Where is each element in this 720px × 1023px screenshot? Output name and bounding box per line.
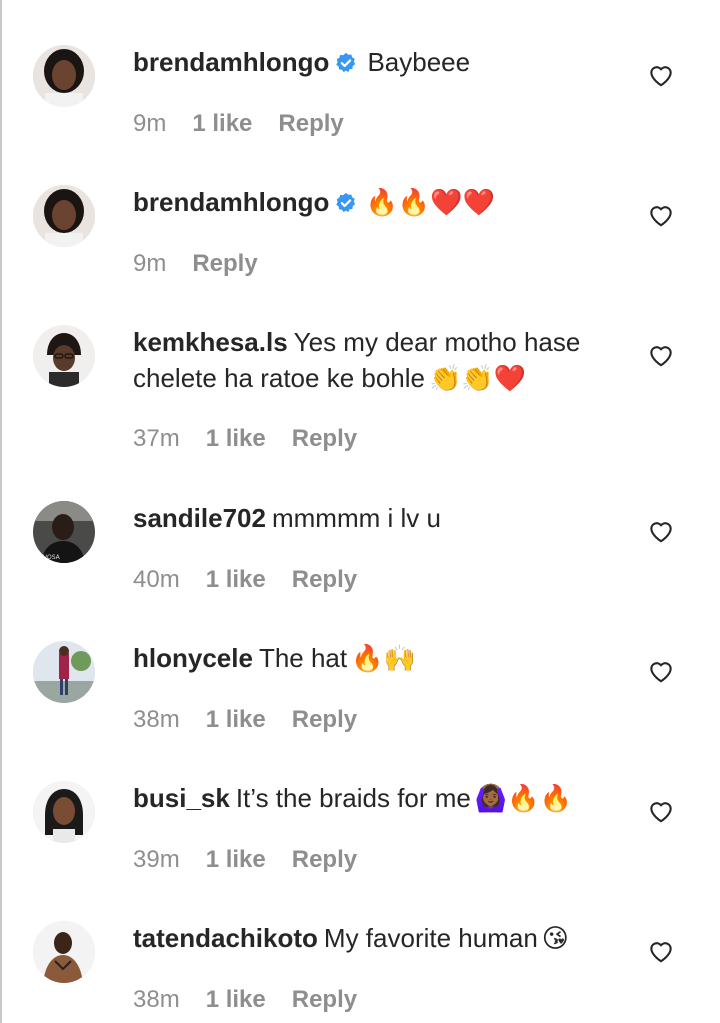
comment-time: 37m bbox=[133, 425, 180, 452]
avatar[interactable] bbox=[33, 641, 95, 703]
reply-button[interactable]: Reply bbox=[278, 110, 343, 137]
comment-text: It’s the braids for me bbox=[235, 783, 471, 813]
comment-emojis: 👏👏❤️ bbox=[429, 364, 527, 394]
comment-text: My favorite human bbox=[323, 923, 538, 953]
verified-badge-icon bbox=[335, 187, 357, 223]
heart-outline-icon[interactable] bbox=[647, 937, 675, 965]
heart-outline-icon[interactable] bbox=[647, 797, 675, 825]
left-edge-divider bbox=[0, 0, 2, 1023]
comment-likes[interactable]: 1 like bbox=[206, 706, 266, 733]
heart-outline-icon[interactable] bbox=[647, 341, 675, 369]
verified-badge-icon bbox=[335, 47, 357, 83]
avatar[interactable] bbox=[33, 185, 95, 247]
heart-outline-icon[interactable] bbox=[647, 517, 675, 545]
heart-outline-icon[interactable] bbox=[647, 201, 675, 229]
comment-time: 40m bbox=[133, 566, 180, 593]
comment-text: Baybeee bbox=[367, 47, 471, 77]
reply-button[interactable]: Reply bbox=[292, 425, 357, 452]
reply-button[interactable]: Reply bbox=[292, 566, 357, 593]
comment-username[interactable]: busi_sk bbox=[133, 783, 230, 813]
comment-time: 9m bbox=[133, 110, 167, 137]
comment-text: mmmmm i lv u bbox=[271, 503, 441, 533]
reply-button[interactable]: Reply bbox=[292, 986, 357, 1013]
comment-username[interactable]: brendamhlongo bbox=[133, 187, 329, 217]
reply-button[interactable]: Reply bbox=[292, 706, 357, 733]
heart-outline-icon[interactable] bbox=[647, 657, 675, 685]
comment-emojis: 🔥🙌 bbox=[351, 644, 416, 674]
avatar[interactable] bbox=[33, 781, 95, 843]
avatar[interactable]: VOSA bbox=[33, 501, 95, 563]
heart-outline-icon[interactable] bbox=[647, 61, 675, 89]
comment-likes[interactable]: 1 like bbox=[206, 425, 266, 452]
avatar[interactable] bbox=[33, 325, 95, 387]
comment-username[interactable]: brendamhlongo bbox=[133, 47, 329, 77]
comment-username[interactable]: sandile702 bbox=[133, 503, 266, 533]
comment-likes[interactable]: 1 like bbox=[206, 986, 266, 1013]
comment-text: The hat bbox=[258, 643, 348, 673]
comment-username[interactable]: kemkhesa.ls bbox=[133, 327, 288, 357]
comment-time: 39m bbox=[133, 846, 180, 873]
comment-username[interactable]: hlonycele bbox=[133, 643, 253, 673]
comment-time: 38m bbox=[133, 706, 180, 733]
comment-time: 9m bbox=[133, 250, 167, 277]
comment-likes[interactable]: 1 like bbox=[192, 110, 252, 137]
avatar[interactable] bbox=[33, 921, 95, 983]
comment-likes[interactable]: 1 like bbox=[206, 566, 266, 593]
comment-emojis: 🔥🔥❤️❤️ bbox=[365, 188, 495, 218]
reply-button[interactable]: Reply bbox=[292, 846, 357, 873]
comment-likes[interactable]: 1 like bbox=[206, 846, 266, 873]
comment-emojis: 🙆🏾‍♀️🔥🔥 bbox=[474, 784, 573, 814]
reply-button[interactable]: Reply bbox=[192, 250, 257, 277]
comment-emojis: 😘 bbox=[541, 924, 569, 954]
comment-username[interactable]: tatendachikoto bbox=[133, 923, 318, 953]
comment-time: 38m bbox=[133, 986, 180, 1013]
avatar[interactable] bbox=[33, 45, 95, 107]
svg-text:VOSA: VOSA bbox=[43, 554, 61, 561]
